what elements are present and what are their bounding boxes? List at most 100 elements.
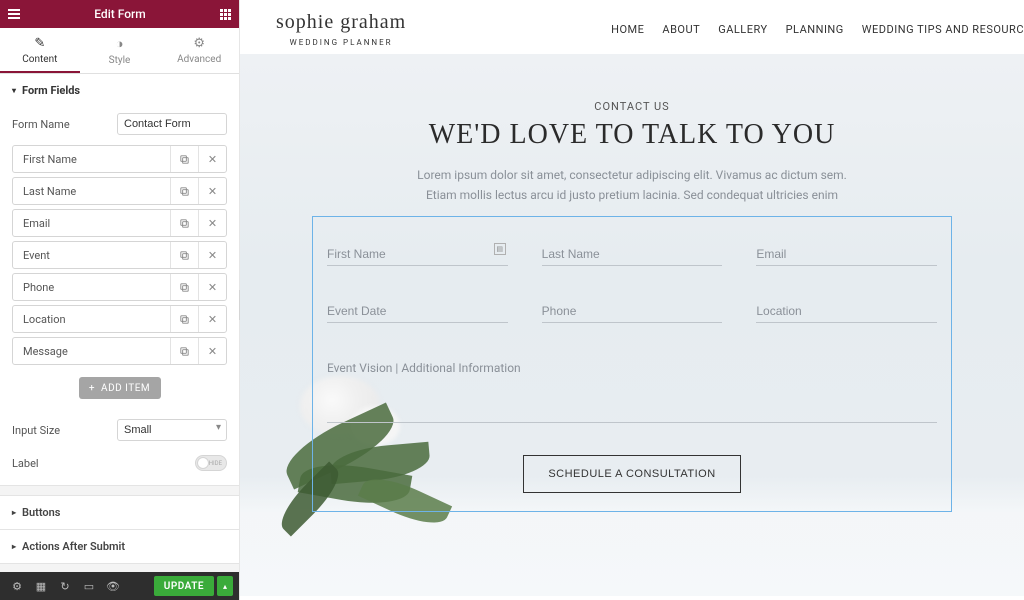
field-label: Last Name [13,178,170,204]
tab-content-label: Content [22,54,57,65]
duplicate-icon[interactable] [170,146,198,172]
editor-panel: Edit Form ✎ Content ◑ Style ⚙ Advanced ▾… [0,0,240,600]
pencil-icon: ✎ [0,36,80,51]
input-size-row: Input Size Small [0,413,239,447]
style-icon: ◑ [80,36,160,52]
caret-down-icon: ▾ [12,86,16,95]
widgets-grid-icon[interactable] [220,9,231,20]
field-label: Phone [13,274,170,300]
form-name-row: Form Name [0,107,239,141]
input-size-select[interactable]: Small [117,419,227,441]
contact-eyebrow: CONTACT US [312,100,952,113]
duplicate-icon[interactable] [170,210,198,236]
contact-form[interactable]: ▤ SCHEDULE A CONSULTATION [312,216,952,512]
tab-advanced-label: Advanced [177,54,221,65]
first-name-field: ▤ [327,243,508,266]
hamburger-icon[interactable] [8,9,20,19]
email-input[interactable] [756,243,937,266]
duplicate-icon[interactable] [170,338,198,364]
brand-name: sophie graham [276,11,406,34]
schedule-consultation-button[interactable]: SCHEDULE A CONSULTATION [523,455,740,493]
autofill-icon[interactable]: ▤ [494,243,506,255]
tab-style[interactable]: ◑ Style [80,28,160,73]
remove-icon[interactable]: ✕ [198,338,226,364]
brand[interactable]: sophie graham WEDDING PLANNER [276,11,406,47]
contact-desc: Lorem ipsum dolor sit amet, consectetur … [312,165,952,206]
panel-body: ▾ Form Fields Form Name First Name✕Last … [0,74,239,572]
plus-icon: + [89,383,95,394]
field-item[interactable]: Email ✕ [12,209,227,237]
add-item-label: ADD ITEM [101,383,150,394]
brand-sub: WEDDING PLANNER [290,38,393,47]
field-item[interactable]: Location ✕ [12,305,227,333]
field-item[interactable]: Event ✕ [12,241,227,269]
update-more-button[interactable]: ▴ [217,576,233,596]
tab-style-label: Style [109,55,131,66]
update-button[interactable]: UPDATE [154,576,214,596]
duplicate-icon[interactable] [170,274,198,300]
history-icon[interactable]: ↻ [54,576,76,596]
site-header: sophie graham WEDDING PLANNER HOME ABOUT G… [240,4,1024,54]
input-size-label: Input Size [12,424,117,437]
last-name-input[interactable] [542,243,723,266]
event-date-input[interactable] [327,300,508,323]
remove-icon[interactable]: ✕ [198,178,226,204]
field-label: Email [13,210,170,236]
section-actions-after-submit[interactable]: ▸ Actions After Submit [0,529,239,563]
remove-icon[interactable]: ✕ [198,210,226,236]
field-label: Message [13,338,170,364]
remove-icon[interactable]: ✕ [198,242,226,268]
phone-input[interactable] [542,300,723,323]
settings-icon[interactable]: ⚙ [6,576,28,596]
nav-item[interactable]: PLANNING [786,23,844,36]
tab-advanced[interactable]: ⚙ Advanced [159,28,239,73]
section-form-fields[interactable]: ▾ Form Fields [0,74,239,107]
field-label: First Name [13,146,170,172]
field-item[interactable]: First Name ✕ [12,145,227,173]
panel-title: Edit Form [94,7,145,21]
bottom-bar: ⚙ ▦ ↻ ▭ 👁 UPDATE ▴ [0,572,239,600]
nav-item[interactable]: WEDDING TIPS AND RESOURC [862,23,1024,36]
form-name-input[interactable] [117,113,227,135]
field-label: Location [13,306,170,332]
field-label: Event [13,242,170,268]
location-input[interactable] [756,300,937,323]
field-item[interactable]: Message ✕ [12,337,227,365]
section-actions-label: Actions After Submit [22,540,125,553]
caret-right-icon: ▸ [12,508,16,517]
panel-header: Edit Form [0,0,239,28]
remove-icon[interactable]: ✕ [198,306,226,332]
section-form-fields-label: Form Fields [22,84,80,97]
editor-tabs: ✎ Content ◑ Style ⚙ Advanced [0,28,239,74]
nav-item[interactable]: HOME [611,23,644,36]
section-buttons[interactable]: ▸ Buttons [0,495,239,529]
preview-icon[interactable]: 👁 [102,576,124,596]
label-toggle-text: HIDE [209,460,222,467]
section-buttons-label: Buttons [22,506,60,519]
duplicate-icon[interactable] [170,306,198,332]
message-textarea[interactable] [327,357,937,423]
label-toggle[interactable]: HIDE [195,455,227,471]
contact-block: CONTACT US WE'D LOVE TO TALK TO YOU Lore… [312,100,952,512]
duplicate-icon[interactable] [170,178,198,204]
gear-icon: ⚙ [159,36,239,51]
field-item[interactable]: Phone ✕ [12,273,227,301]
first-name-input[interactable] [327,243,508,266]
responsive-icon[interactable]: ▭ [78,576,100,596]
nav-item[interactable]: ABOUT [662,23,700,36]
contact-heading: WE'D LOVE TO TALK TO YOU [312,119,952,151]
hero-section: CONTACT US WE'D LOVE TO TALK TO YOU Lore… [240,54,1024,596]
preview-canvas: sophie graham WEDDING PLANNER HOME ABOUT G… [240,0,1024,600]
remove-icon[interactable]: ✕ [198,274,226,300]
main-nav: HOME ABOUT GALLERY PLANNING WEDDING TIPS AND… [611,23,1024,36]
label-toggle-label: Label [12,457,195,470]
nav-item[interactable]: GALLERY [718,23,767,36]
remove-icon[interactable]: ✕ [198,146,226,172]
add-item-button[interactable]: + ADD ITEM [79,377,161,399]
duplicate-icon[interactable] [170,242,198,268]
caret-right-icon: ▸ [12,542,16,551]
field-item[interactable]: Last Name ✕ [12,177,227,205]
field-list: First Name✕Last Name✕Email✕Event✕Phone✕L… [0,141,239,365]
navigator-icon[interactable]: ▦ [30,576,52,596]
tab-content[interactable]: ✎ Content [0,28,80,73]
